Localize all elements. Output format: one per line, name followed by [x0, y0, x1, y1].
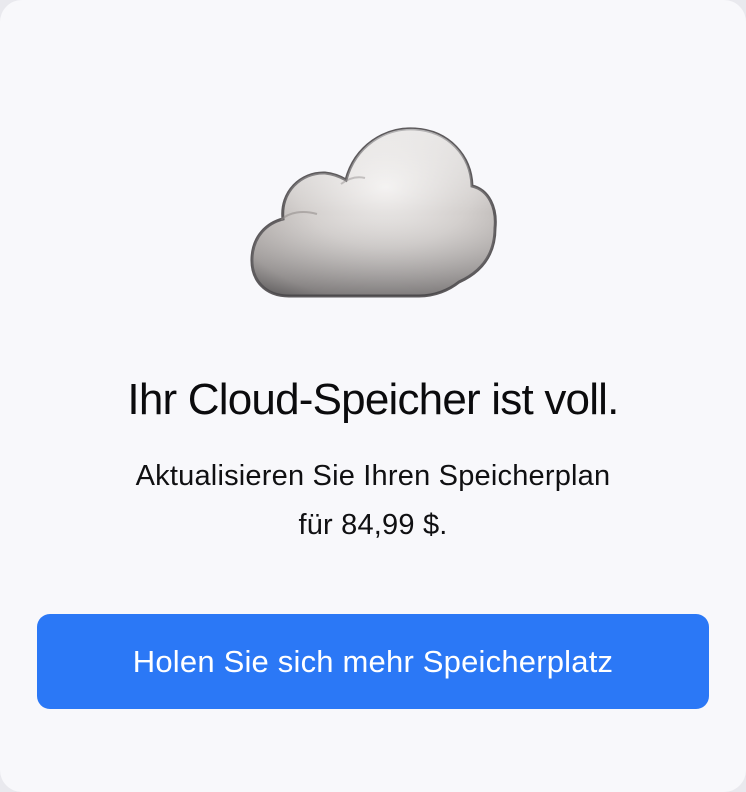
dialog-title: Ihr Cloud-Speicher ist voll. [127, 375, 619, 424]
cloud-icon [245, 120, 501, 310]
subtitle-line-2: für 84,99 $. [298, 509, 448, 541]
get-more-storage-button[interactable]: Holen Sie sich mehr Speicherplatz [37, 614, 709, 709]
storage-full-dialog: Ihr Cloud-Speicher ist voll. Aktualisier… [0, 0, 746, 792]
subtitle-line-1: Aktualisieren Sie Ihren Speicherplan [135, 460, 611, 492]
dialog-subtitle: Aktualisieren Sie Ihren Speicherplan für… [40, 452, 706, 550]
